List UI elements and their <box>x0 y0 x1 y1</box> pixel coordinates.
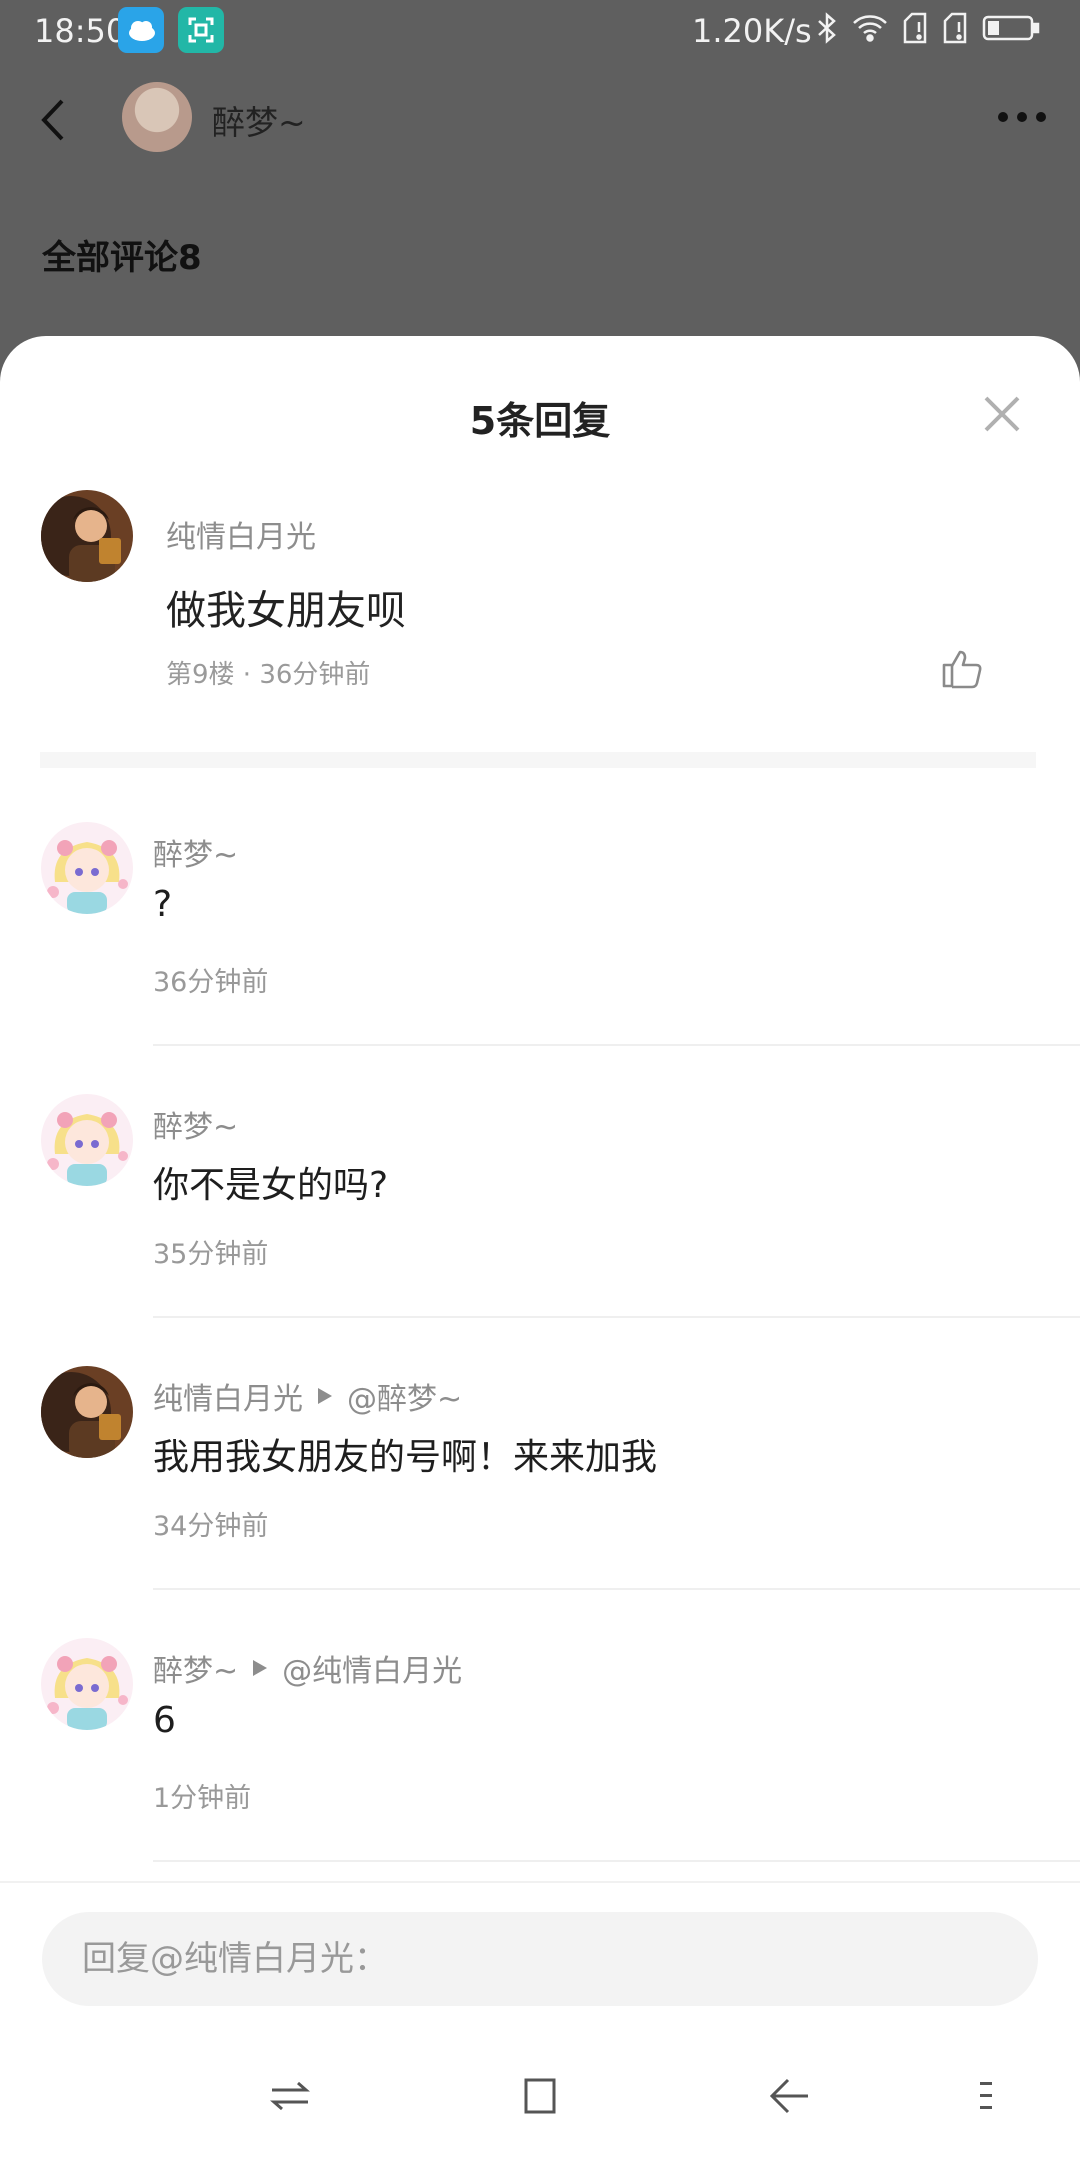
list-item: 纯情白月光 @醉梦~ 我用我女朋友的号啊！来来加我 34分钟前 <box>0 1366 1080 1638</box>
switch-apps-icon[interactable] <box>268 2074 312 2118</box>
divider <box>153 1316 1080 1318</box>
comment-text: 做我女朋友呗 <box>166 588 406 634</box>
comment-meta: 第9楼 · 36分钟前 <box>166 660 371 690</box>
reply-username[interactable]: 醉梦~ <box>153 830 238 874</box>
play-arrow-icon <box>253 1660 268 1676</box>
avatar[interactable] <box>122 82 192 152</box>
weather-icon <box>118 7 164 53</box>
list-item: 醉梦~ ? 36分钟前 <box>0 822 1080 1094</box>
status-time: 18:50 <box>34 12 127 50</box>
avatar[interactable] <box>41 822 133 914</box>
reply-time: 36分钟前 <box>153 967 269 998</box>
comment-username[interactable]: 纯情白月光 <box>166 512 316 556</box>
replies-sheet: 5条回复 纯情白月光 做我女朋友呗 第9楼 · 36分钟前 醉梦~ ? 36分钟… <box>0 336 1080 2160</box>
list-item: 醉梦~ 你不是女的吗? 35分钟前 <box>0 1094 1080 1366</box>
reply-text: ? <box>153 884 173 925</box>
reply-header: 醉梦~ <box>153 830 238 874</box>
status-bar: 18:50 1.20K/s <box>0 0 1080 62</box>
system-nav-bar <box>0 2036 1080 2160</box>
close-icon[interactable] <box>982 394 1022 434</box>
avatar[interactable] <box>41 1366 133 1458</box>
reply-username[interactable]: 醉梦~ <box>153 1646 238 1690</box>
like-icon[interactable] <box>940 646 984 690</box>
avatar[interactable] <box>41 490 133 582</box>
reply-input[interactable] <box>42 1912 1038 2006</box>
reply-time: 1分钟前 <box>153 1783 252 1814</box>
sheet-title: 5条回复 <box>469 399 611 443</box>
section-divider <box>40 752 1036 768</box>
avatar[interactable] <box>41 1094 133 1186</box>
scan-icon <box>178 7 224 53</box>
reply-username[interactable]: 纯情白月光 <box>153 1374 303 1418</box>
network-speed: 1.20K/s <box>692 12 812 50</box>
reply-time: 35分钟前 <box>153 1239 269 1270</box>
all-comments-heading: 全部评论8 <box>42 238 202 278</box>
more-icon[interactable] <box>998 112 1046 122</box>
wifi-icon <box>853 15 887 42</box>
home-icon[interactable] <box>518 2074 562 2118</box>
reply-text: 你不是女的吗? <box>153 1165 389 1206</box>
sim-icon <box>943 12 967 44</box>
divider <box>0 1881 1080 1883</box>
back-icon[interactable] <box>40 98 66 142</box>
back-nav-icon[interactable] <box>768 2074 812 2118</box>
reply-mention[interactable]: @醉梦~ <box>347 1374 462 1418</box>
reply-time: 34分钟前 <box>153 1511 269 1542</box>
divider <box>153 1044 1080 1046</box>
battery-icon <box>982 15 1040 41</box>
reply-text: 我用我女朋友的号啊！来来加我 <box>153 1437 658 1478</box>
divider <box>153 1860 1080 1862</box>
menu-icon[interactable] <box>964 2074 1008 2118</box>
reply-header: 醉梦~ <box>153 1102 238 1146</box>
reply-username[interactable]: 醉梦~ <box>153 1102 238 1146</box>
reply-header: 醉梦~ @纯情白月光 <box>153 1646 462 1690</box>
reply-mention[interactable]: @纯情白月光 <box>282 1646 462 1690</box>
bluetooth-icon <box>818 12 836 44</box>
page-header: 醉梦~ <box>0 62 1080 182</box>
list-item: 醉梦~ @纯情白月光 6 1分钟前 <box>0 1638 1080 1910</box>
divider <box>153 1588 1080 1590</box>
page-username: 醉梦~ <box>212 103 306 142</box>
sim-icon <box>903 12 927 44</box>
reply-header: 纯情白月光 @醉梦~ <box>153 1374 462 1418</box>
reply-text: 6 <box>153 1700 176 1741</box>
play-arrow-icon <box>318 1388 332 1404</box>
avatar[interactable] <box>41 1638 133 1730</box>
